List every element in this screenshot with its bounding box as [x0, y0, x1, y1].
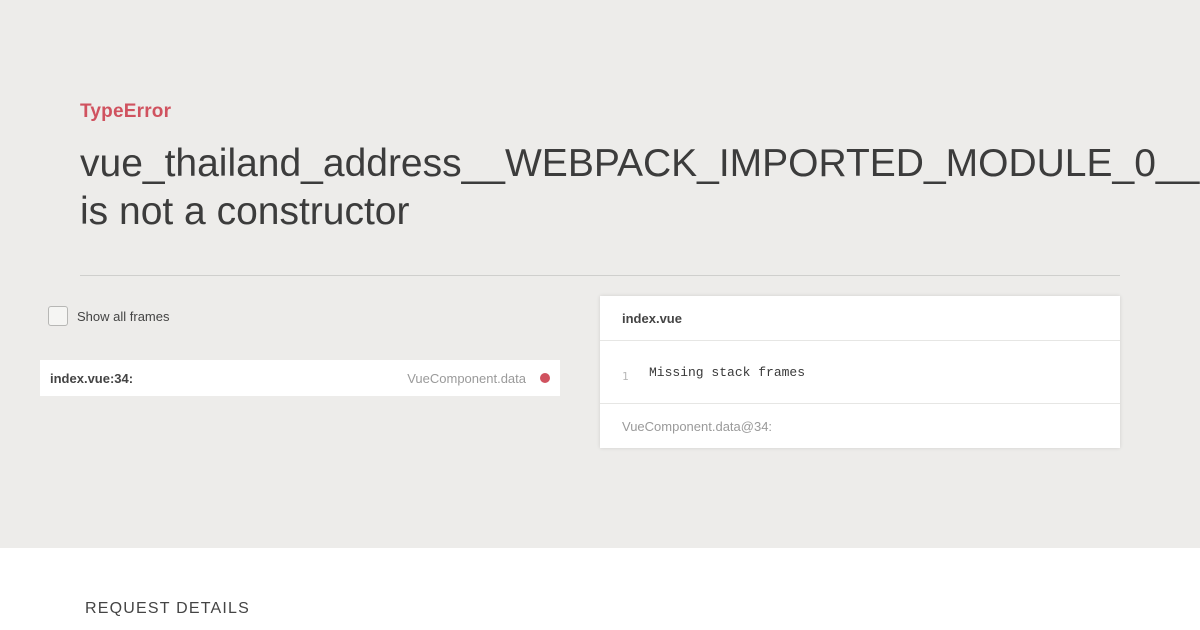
show-all-frames-toggle[interactable]: Show all frames — [48, 306, 169, 326]
code-panel: index.vue 1 Missing stack frames VueComp… — [600, 296, 1120, 448]
frame-file: index.vue:34: — [50, 370, 134, 386]
divider — [80, 275, 1120, 276]
code-line: 1 Missing stack frames — [600, 341, 1120, 404]
error-type: TypeError — [80, 101, 172, 122]
active-frame-dot-icon — [540, 373, 550, 383]
stack-frame-row[interactable]: index.vue:34: VueComponent.data — [40, 360, 560, 396]
line-number: 1 — [622, 369, 629, 383]
code-panel-filename: index.vue — [600, 296, 1120, 341]
error-message-line-2: is not a constructor — [80, 190, 410, 233]
show-all-frames-label: Show all frames — [77, 308, 170, 324]
error-message-line-1: vue_thailand_address__WEBPACK_IMPORTED_M… — [80, 142, 1200, 185]
frame-method: VueComponent.data — [407, 370, 526, 386]
error-page: TypeError vue_thailand_address__WEBPACK_… — [0, 0, 1200, 630]
error-header: TypeError vue_thailand_address__WEBPACK_… — [0, 0, 1200, 548]
code-text: Missing stack frames — [649, 364, 806, 380]
request-details-heading: REQUEST DETAILS — [85, 600, 250, 617]
error-message: vue_thailand_address__WEBPACK_IMPORTED_M… — [80, 140, 1200, 236]
code-panel-footer: VueComponent.data@34: — [622, 418, 773, 434]
show-all-frames-checkbox[interactable] — [48, 306, 68, 326]
